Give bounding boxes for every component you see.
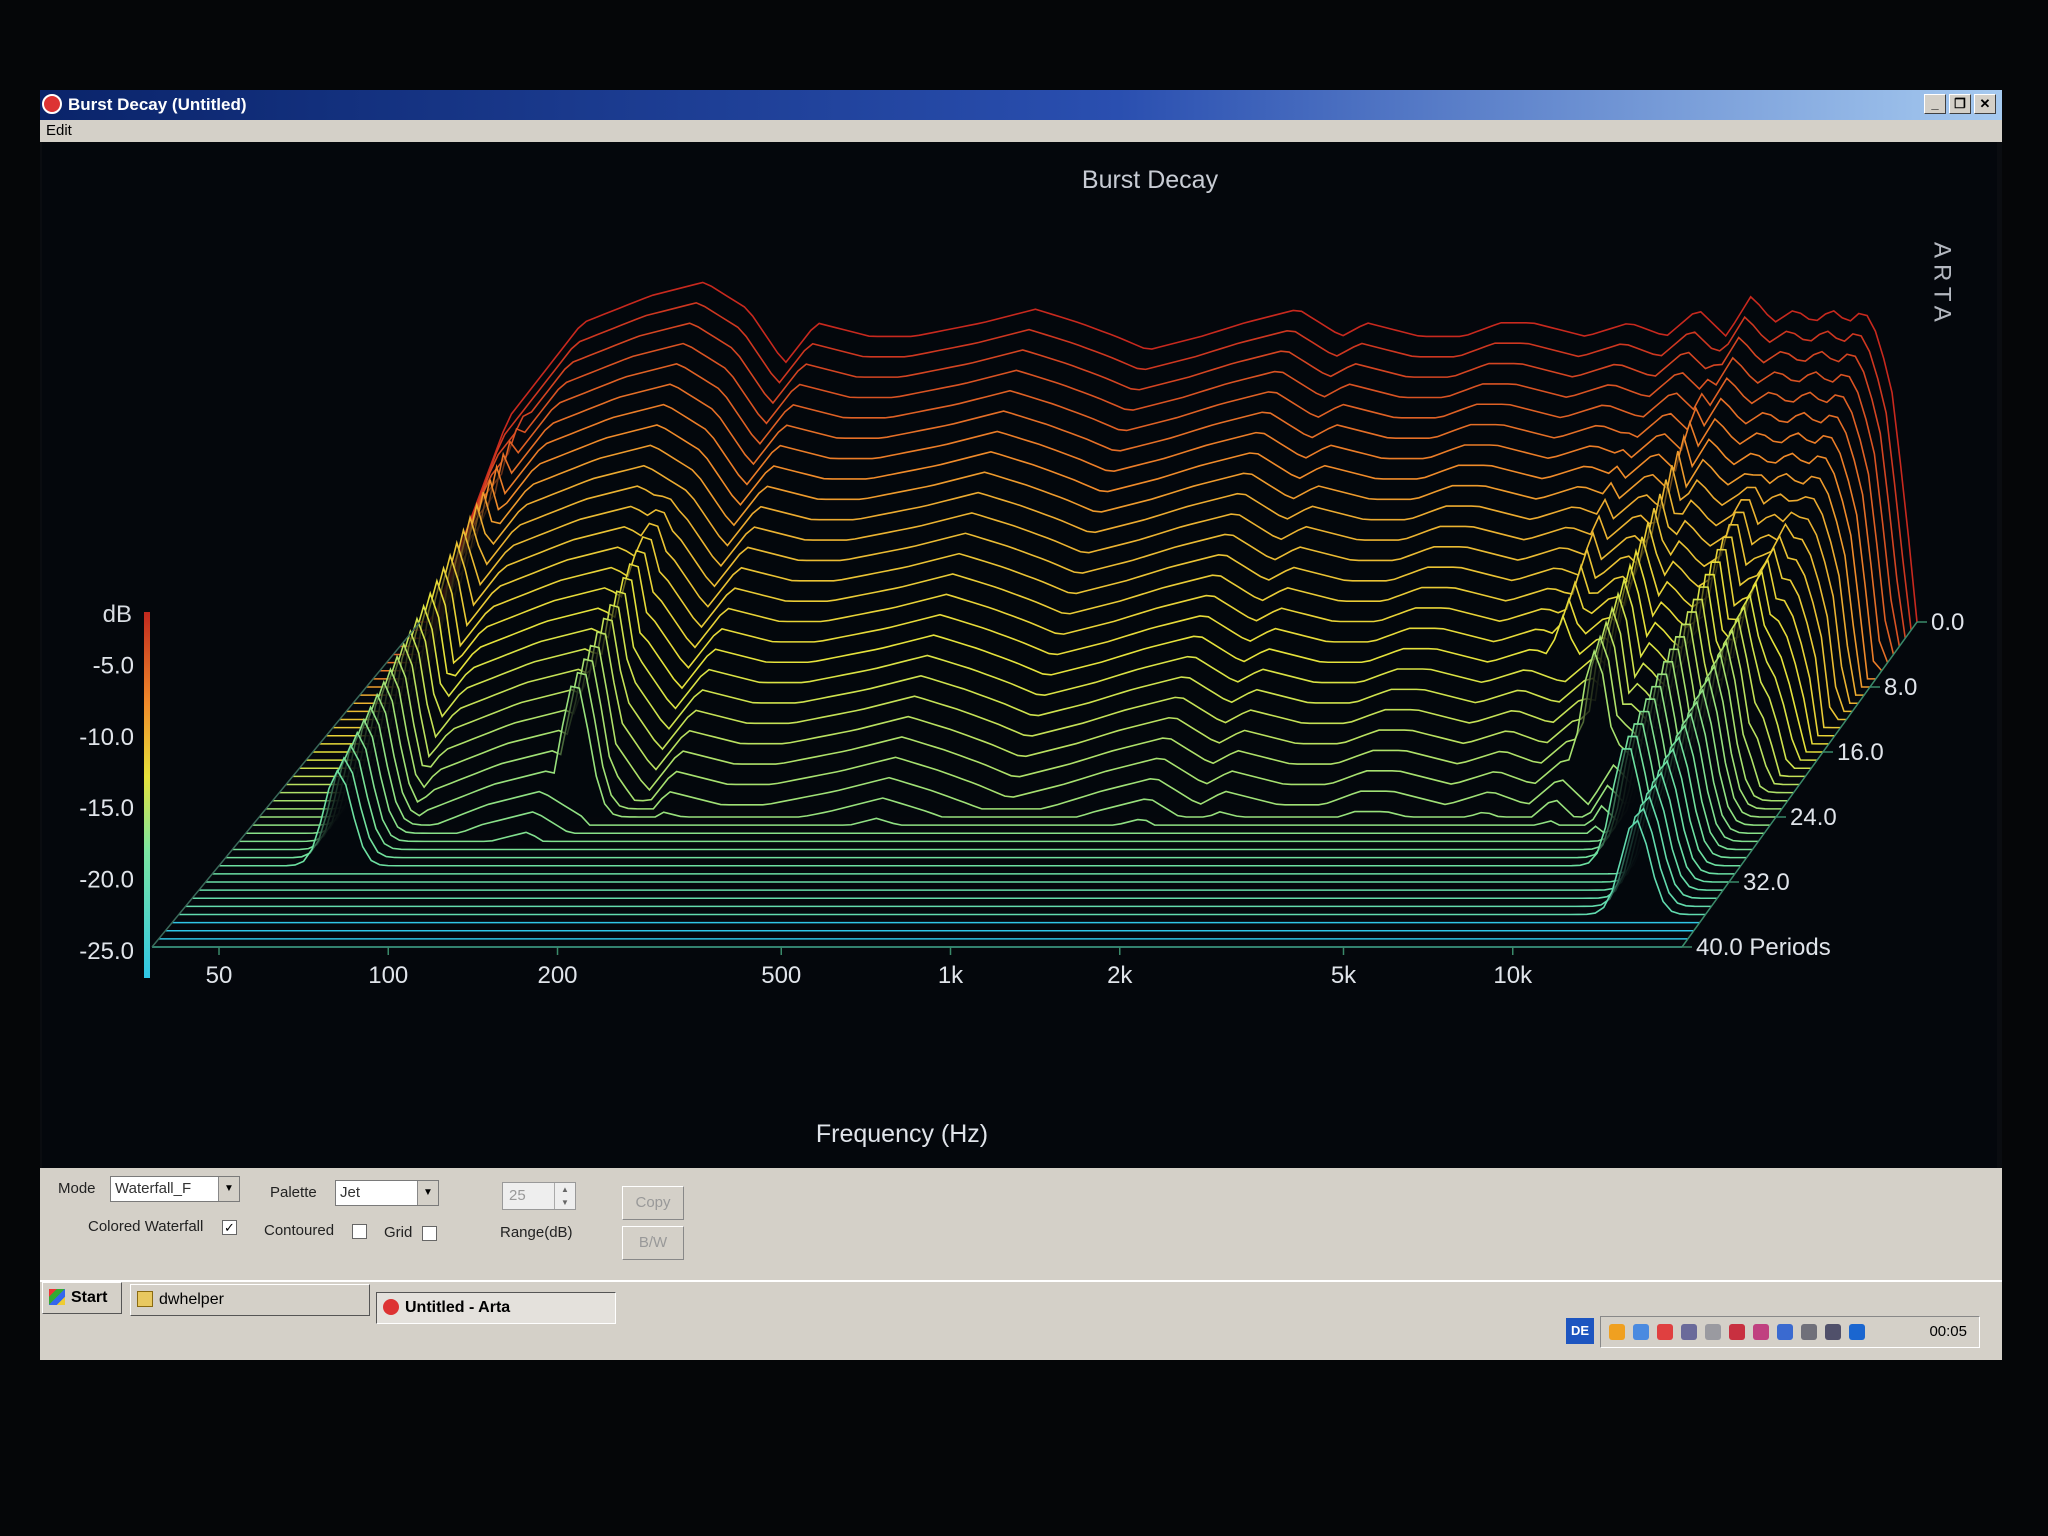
z-tick-label: 40.0 Periods: [1696, 934, 1831, 961]
mode-select[interactable]: Waterfall_F ▼: [110, 1176, 240, 1202]
tray-display-icon[interactable]: [1849, 1324, 1865, 1340]
y-tick-label: -10.0: [79, 724, 134, 751]
x-tick-label: 2k: [1107, 962, 1133, 989]
z-tick-label: 32.0: [1743, 869, 1790, 896]
start-label: Start: [71, 1289, 108, 1306]
z-tick-label: 24.0: [1790, 804, 1837, 831]
copy-button[interactable]: Copy: [622, 1186, 684, 1220]
clock: 00:05: [1929, 1323, 1967, 1340]
x-tick-label: 1k: [938, 962, 964, 989]
chart-watermark: ARTA: [1929, 242, 1956, 328]
close-button[interactable]: ✕: [1974, 94, 1996, 114]
y-tick-label: -25.0: [79, 938, 134, 965]
language-indicator[interactable]: DE: [1566, 1318, 1594, 1344]
mode-value: Waterfall_F: [115, 1180, 192, 1197]
waterfall-chart: Burst Decay ARTA dB 50 100 200 500 1k 2k 5k 10k…: [79, 166, 1964, 1148]
z-tick-label: 0.0: [1931, 609, 1964, 636]
grid-label: Grid: [384, 1224, 413, 1241]
chevron-down-icon: ▼: [417, 1181, 438, 1205]
tray-sync-icon[interactable]: [1657, 1324, 1673, 1340]
x-tick-label: 500: [761, 962, 801, 989]
spin-arrows-icon[interactable]: ▲ ▼: [554, 1183, 575, 1209]
palette-label: Palette: [270, 1184, 317, 1201]
range-label: Range(dB): [500, 1224, 573, 1241]
y-tick-label: -15.0: [79, 795, 134, 822]
palette-value: Jet: [340, 1184, 361, 1201]
burst-decay-plot: Burst Decay ARTA dB 50 100 200 500 1k 2k 5k 10k…: [42, 142, 1997, 1168]
screen: Burst Decay (Untitled) _ ❐ ✕ Edit Burst …: [40, 90, 2002, 1360]
x-tick-label: 200: [537, 962, 577, 989]
tray-wifi-icon[interactable]: [1705, 1324, 1721, 1340]
bw-button[interactable]: B/W: [622, 1226, 684, 1260]
colored-waterfall-label: Colored Waterfall: [88, 1218, 204, 1235]
grid-checkbox[interactable]: [422, 1226, 437, 1241]
z-tick-label: 16.0: [1837, 739, 1884, 766]
taskbar-item-label: Untitled - Arta: [405, 1299, 511, 1316]
tray-clock-icon[interactable]: [1801, 1324, 1817, 1340]
waterfall-slice: [192, 795, 1718, 900]
arta-app-icon: [42, 94, 62, 114]
minimize-button[interactable]: _: [1924, 94, 1946, 114]
taskbar-item-label: dwhelper: [159, 1291, 224, 1308]
db-color-scale: [144, 612, 150, 978]
start-button[interactable]: Start: [42, 1282, 122, 1314]
x-tick-label: 5k: [1331, 962, 1357, 989]
palette-select[interactable]: Jet ▼: [335, 1180, 439, 1206]
range-value: 25: [509, 1187, 526, 1204]
y-tick-label: -5.0: [93, 652, 134, 679]
x-tick-label: 50: [206, 962, 233, 989]
range-spinner[interactable]: 25 ▲ ▼: [502, 1182, 576, 1210]
window-title: Burst Decay (Untitled): [68, 95, 247, 114]
x-tick-label: 10k: [1493, 962, 1533, 989]
tray-network-icon[interactable]: [1609, 1324, 1625, 1340]
menu-edit[interactable]: Edit: [46, 122, 72, 139]
contoured-label: Contoured: [264, 1222, 335, 1239]
taskbar: Start dwhelper Untitled - Arta DE 00:05: [40, 1280, 2002, 1360]
windows-logo-icon: [49, 1289, 65, 1305]
y-tick-label: -20.0: [79, 867, 134, 894]
x-axis-label: Frequency (Hz): [816, 1120, 988, 1148]
tray-usb-icon[interactable]: [1681, 1324, 1697, 1340]
maximize-button[interactable]: ❐: [1949, 94, 1971, 114]
system-tray: 00:05: [1600, 1316, 1980, 1348]
mode-label: Mode: [58, 1180, 96, 1197]
folder-icon: [137, 1291, 153, 1307]
tray-security-icon[interactable]: [1777, 1324, 1793, 1340]
control-panel: Mode Waterfall_F ▼ Palette Jet ▼ 25 ▲ ▼ R…: [40, 1168, 2002, 1280]
y-axis-label: dB: [103, 601, 132, 628]
taskbar-item-arta[interactable]: Untitled - Arta: [376, 1292, 616, 1324]
z-tick-label: 8.0: [1884, 674, 1917, 701]
chart-title: Burst Decay: [1082, 166, 1219, 194]
arta-app-icon: [383, 1299, 399, 1315]
chevron-down-icon: ▼: [218, 1177, 239, 1201]
window-titlebar[interactable]: Burst Decay (Untitled) _ ❐ ✕: [40, 90, 2002, 120]
tray-volume-icon[interactable]: [1633, 1324, 1649, 1340]
tray-shield-icon[interactable]: [1729, 1324, 1745, 1340]
waterfall-slice: [178, 819, 1706, 916]
x-tick-label: 100: [368, 962, 408, 989]
colored-waterfall-checkbox[interactable]: ✓: [222, 1220, 237, 1235]
menu-bar: Edit: [40, 120, 2002, 142]
window-controls: _ ❐ ✕: [1924, 94, 1996, 114]
contoured-checkbox[interactable]: [352, 1224, 367, 1239]
taskbar-item-dwhelper[interactable]: dwhelper: [130, 1284, 370, 1316]
tray-app-icon[interactable]: [1753, 1324, 1769, 1340]
tray-mouse-icon[interactable]: [1825, 1324, 1841, 1340]
